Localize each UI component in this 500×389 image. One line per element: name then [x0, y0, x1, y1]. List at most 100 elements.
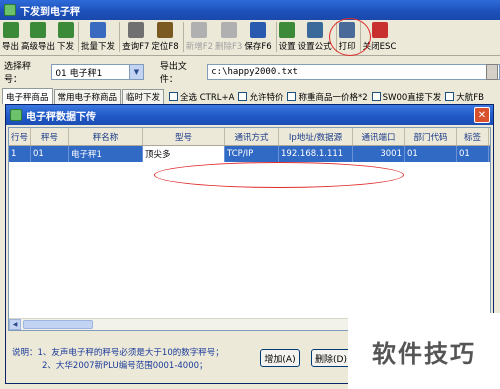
checkbox-dahua-fb[interactable]: 大航FB: [445, 89, 484, 104]
tab-scale-goods[interactable]: 电子秤商品: [2, 88, 53, 104]
dialog-app-icon: [10, 109, 22, 121]
toolbar-button-label: 高级导出: [21, 42, 56, 52]
table-cell: 顶尖多: [143, 146, 225, 162]
window-title: 下发到电子秤: [20, 6, 80, 18]
watermark: 软件技巧: [348, 313, 500, 389]
checkbox-allow-special-price[interactable]: 允许特价: [238, 89, 283, 104]
send-icon: [57, 22, 74, 38]
checkbox-box[interactable]: [445, 92, 455, 101]
delete-button[interactable]: 删除(D): [311, 349, 351, 367]
checkbox-box[interactable]: [287, 92, 297, 101]
scale-label: 选择秤号：: [4, 62, 32, 85]
export-file-label: 导出文件：: [159, 62, 187, 85]
toolbar-button-advanced-export[interactable]: 高级导出: [21, 20, 55, 54]
save-icon: [249, 22, 266, 38]
table-row[interactable]: 1 01 电子秤1 顶尖多 TCP/IP 192.168.1.111 3001 01 01: [9, 146, 490, 162]
export-file-value: c:\happy2000.txt: [211, 67, 298, 77]
toolbar-button-label: 删除F3: [215, 42, 243, 52]
toolbar-separator: [78, 22, 80, 52]
checkbox-box[interactable]: [169, 92, 179, 101]
column-header[interactable]: 部门代码: [405, 128, 457, 145]
highlight-circle-settings: [329, 18, 371, 56]
toolbar-button-settings[interactable]: 设置: [279, 20, 296, 54]
column-header[interactable]: 标签: [457, 128, 489, 145]
add-button[interactable]: 增加(A): [260, 349, 300, 367]
scale-select[interactable]: 01 电子秤1 ▼: [51, 64, 144, 80]
toolbar-separator: [275, 22, 277, 52]
chevron-down-icon[interactable]: ▼: [128, 65, 143, 79]
table-cell: 192.168.1.111: [279, 146, 353, 162]
scroll-left-icon[interactable]: ◀: [9, 319, 21, 330]
formula-settings-icon: [306, 22, 323, 38]
toolbar-button-label: 定位F8: [151, 42, 179, 52]
toolbar-separator: [182, 22, 184, 52]
tab-temp-send[interactable]: 临时下发: [122, 89, 165, 104]
advanced-export-icon: [30, 22, 47, 38]
toolbar-button-send[interactable]: 下发: [57, 20, 74, 54]
checkbox-sw00-direct[interactable]: SW00直接下发: [371, 89, 442, 104]
toolbar-button-add: 新增F2: [186, 20, 213, 54]
batch-send-icon: [90, 22, 107, 38]
toolbar-button-label: 保存F6: [244, 42, 272, 52]
toolbar-button-batch-send[interactable]: 批量下发: [81, 20, 115, 54]
toolbar-button-label: 设置: [278, 42, 296, 52]
toolbar-button-label: 设置公式: [297, 42, 332, 52]
toolbar-button-label: 批量下发: [81, 42, 116, 52]
app-icon: [4, 4, 16, 16]
toolbar-button-export[interactable]: 导出: [2, 20, 19, 54]
toolbar-button-formula-settings[interactable]: 设置公式: [298, 20, 332, 54]
toolbar-button-locate[interactable]: 定位F8: [151, 20, 179, 54]
column-header[interactable]: 通讯方式: [225, 128, 279, 145]
filter-bar: 选择秤号： 01 电子秤1 ▼ 导出文件： c:\happy2000.txt: [0, 58, 500, 86]
tab-common-scale-goods[interactable]: 常用电子称商品: [53, 89, 122, 104]
export-file-field[interactable]: c:\happy2000.txt: [207, 64, 500, 80]
checkbox-label: 称重商品一价格*2: [298, 92, 368, 103]
toolbar-button-label: 导出: [2, 42, 20, 52]
column-header[interactable]: 型号: [143, 128, 225, 145]
table-cell: 01: [457, 146, 489, 162]
table-cell: 3001: [353, 146, 405, 162]
toolbar-button-label: 下发: [57, 42, 75, 52]
column-header[interactable]: 通讯端口: [353, 128, 405, 145]
browse-button[interactable]: [486, 64, 498, 80]
settings-icon: [279, 22, 296, 38]
window-titlebar: 下发到电子秤: [0, 0, 500, 20]
checkbox-label: 大航FB: [456, 92, 485, 103]
dialog-titlebar: 电子秤数据下传 ✕: [6, 105, 493, 125]
checkbox-box[interactable]: [371, 92, 381, 101]
checkbox-label: 全选 CTRL+A: [180, 92, 235, 103]
note-line-1: 说明：1、友声电子秤的秤号必须是大于10的数字秤号；: [12, 348, 224, 358]
column-header[interactable]: 秤名称: [69, 128, 143, 145]
highlight-oval-row: [154, 162, 404, 188]
checkbox-box[interactable]: [238, 92, 248, 101]
delete-icon: [220, 22, 237, 38]
toolbar-button-save[interactable]: 保存F6: [244, 20, 272, 54]
grid-header: 行号 秤号 秤名称 型号 通讯方式 Ip地址/数据源 通讯端口 部门代码 标签: [9, 128, 490, 146]
column-header[interactable]: Ip地址/数据源: [279, 128, 353, 145]
checkbox-label: SW00直接下发: [382, 92, 442, 103]
note-line-2: 2、大华2007新PLU编号范围0001-4000；: [42, 361, 208, 371]
query-icon: [127, 22, 144, 38]
tabs-bar: 电子秤商品 常用电子称商品 临时下发 全选 CTRL+A 允许特价 称重商品一价…: [0, 88, 500, 104]
toolbar-button-query[interactable]: 查询F7: [122, 20, 149, 54]
column-header[interactable]: 秤号: [31, 128, 69, 145]
checkbox-select-all[interactable]: 全选 CTRL+A: [169, 89, 234, 104]
toolbar-button-label: 新增F2: [185, 42, 213, 52]
table-cell: 电子秤1: [69, 146, 143, 162]
column-header[interactable]: 行号: [9, 128, 31, 145]
grid-body: 1 01 电子秤1 顶尖多 TCP/IP 192.168.1.111 3001 01 01: [9, 146, 490, 162]
close-window-icon: [371, 22, 388, 38]
scale-grid[interactable]: 行号 秤号 秤名称 型号 通讯方式 Ip地址/数据源 通讯端口 部门代码 标签 1 01 电子秤1 顶…: [8, 127, 491, 331]
scale-select-value: 01 电子秤1: [55, 68, 103, 79]
export-icon: [2, 22, 19, 38]
close-icon[interactable]: ✕: [474, 107, 490, 123]
toolbar-separator: [119, 22, 121, 52]
toolbar: 导出 高级导出 下发 批量下发 查询F7 定位F8 新增F2 删除F3 保存F6 设置 设置公式 打印…: [0, 20, 500, 56]
checkbox-weighted-price[interactable]: 称重商品一价格*2: [287, 89, 368, 104]
scroll-thumb[interactable]: [23, 320, 93, 329]
table-cell: 1: [9, 146, 31, 162]
toolbar-button-label: 查询F7: [122, 42, 150, 52]
dialog-title: 电子秤数据下传: [26, 111, 96, 123]
dialog-note: 说明：1、友声电子秤的秤号必须是大于10的数字秤号； 2、大华2007新PLU编…: [12, 347, 224, 373]
checkbox-label: 允许特价: [249, 92, 284, 103]
